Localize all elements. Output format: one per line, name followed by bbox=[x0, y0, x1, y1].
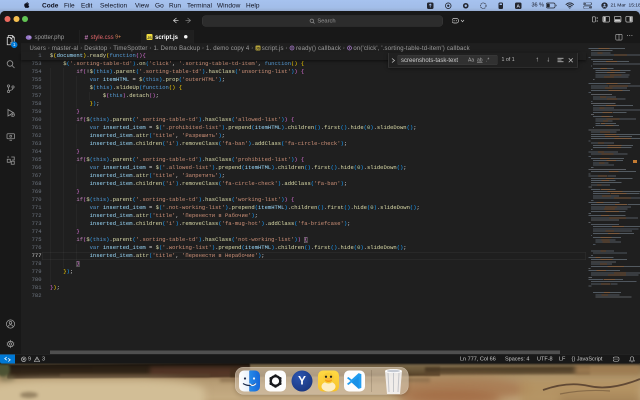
svg-text:A: A bbox=[517, 4, 521, 10]
